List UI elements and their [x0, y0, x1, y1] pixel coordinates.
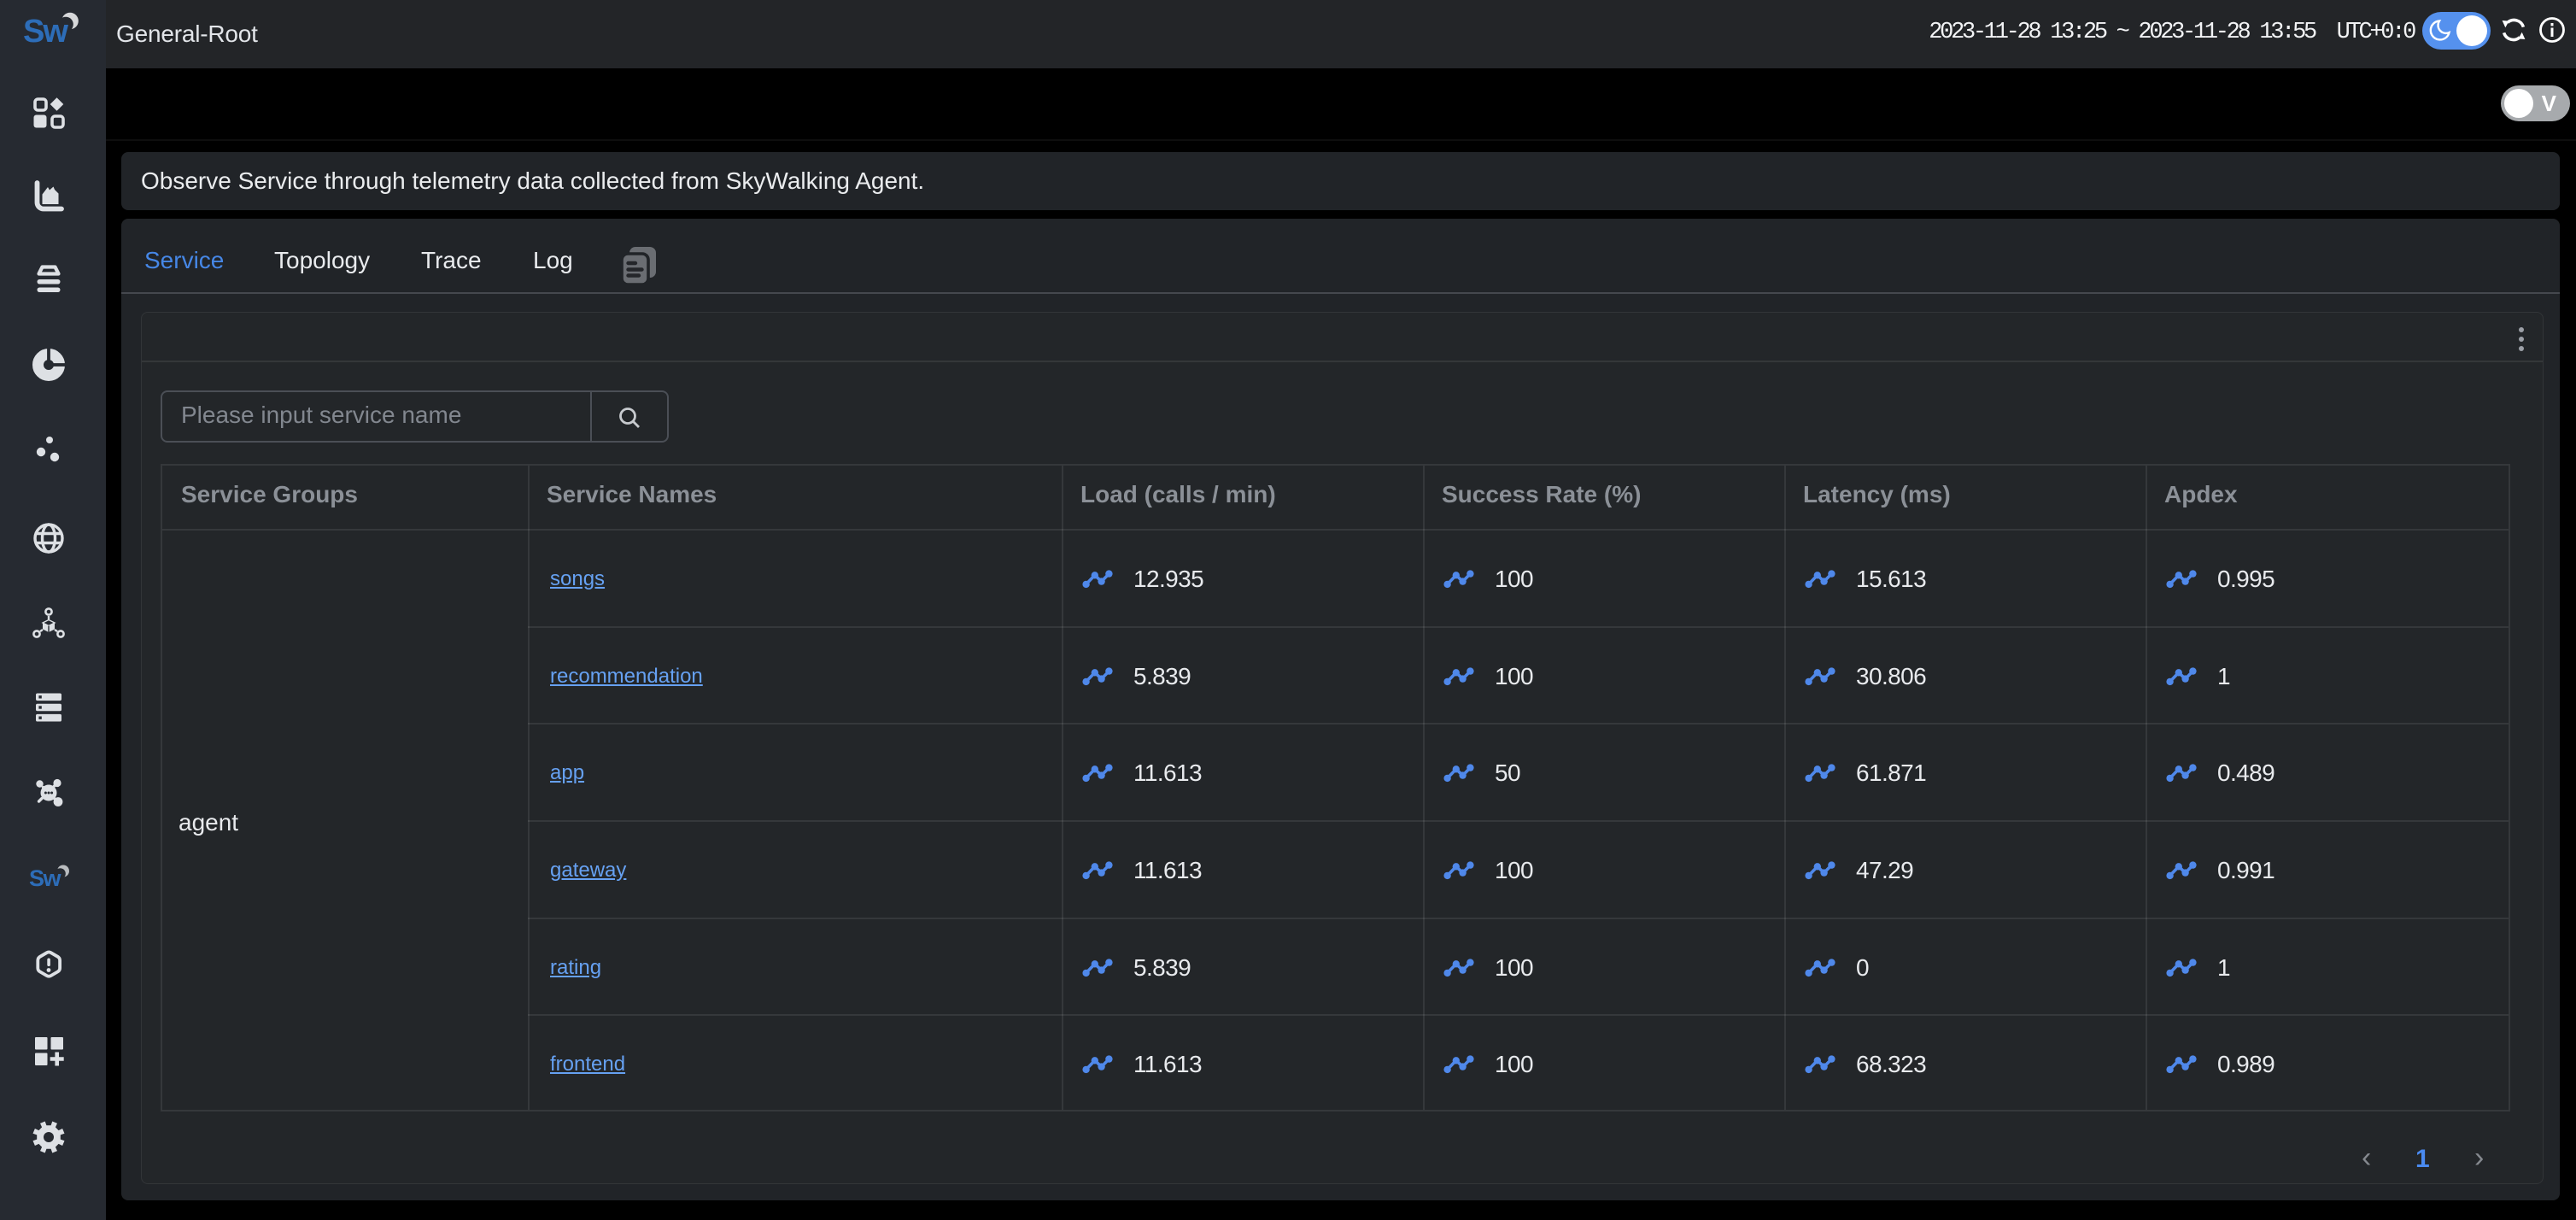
svg-text:Sw: Sw: [23, 14, 68, 48]
svg-text:Sw: Sw: [29, 865, 62, 891]
